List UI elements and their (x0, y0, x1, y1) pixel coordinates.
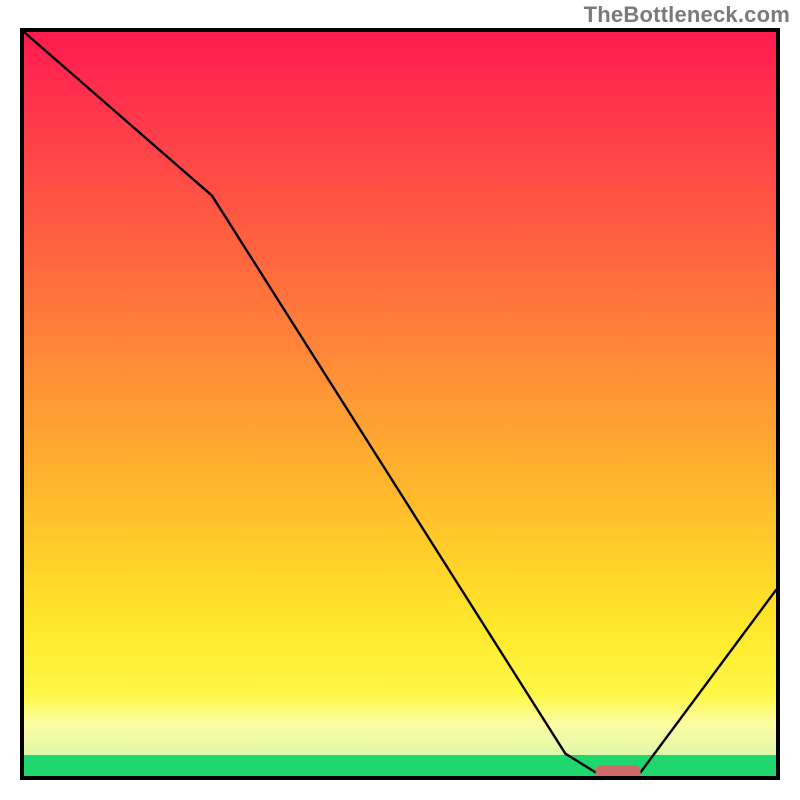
attribution-text: TheBottleneck.com (584, 2, 790, 28)
chart-container: TheBottleneck.com (0, 0, 800, 800)
bottleneck-curve (24, 32, 776, 772)
optimal-marker (596, 765, 641, 776)
chart-svg (24, 32, 776, 776)
chart-plot-area (20, 28, 780, 780)
